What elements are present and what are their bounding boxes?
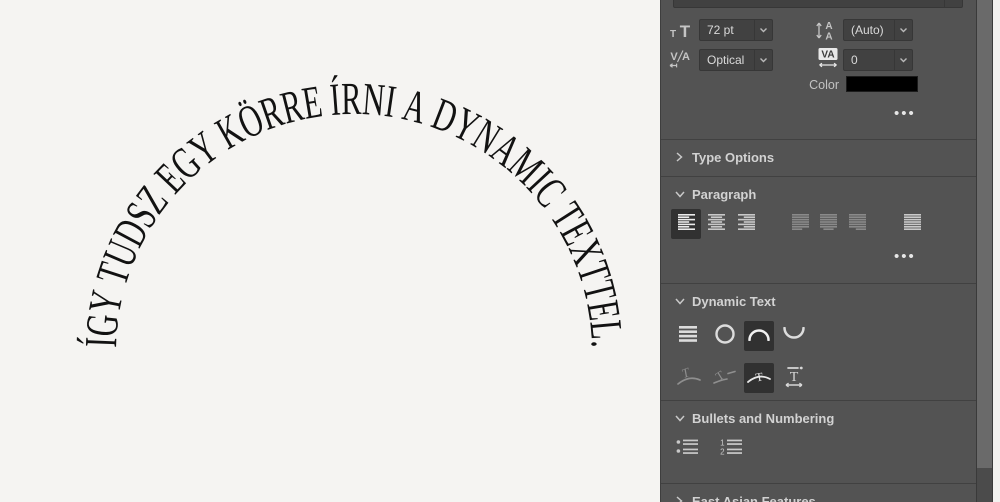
- chevron-down-icon: [674, 413, 686, 423]
- page-edge: [993, 0, 1000, 502]
- section-header-paragraph[interactable]: Paragraph: [661, 177, 977, 211]
- svg-text:A: A: [682, 51, 690, 63]
- section-title: Dynamic Text: [692, 294, 776, 309]
- font-size-field[interactable]: 72 pt: [699, 19, 773, 41]
- bulleted-list-button[interactable]: [672, 434, 702, 464]
- font-size-value: 72 pt: [700, 23, 754, 37]
- section-title: East Asian Features: [692, 494, 816, 502]
- tracking-icon: VA: [815, 46, 841, 70]
- chevron-down-icon: [674, 189, 686, 199]
- align-left-button[interactable]: [671, 209, 701, 239]
- chevron-down-icon: [674, 296, 686, 306]
- justify-last-center-button[interactable]: [813, 209, 843, 239]
- chevron-down-icon[interactable]: [754, 20, 772, 40]
- section-header-bullets[interactable]: Bullets and Numbering: [661, 401, 977, 435]
- text-shape-circle-button[interactable]: [710, 321, 740, 351]
- text-shape-arc-up-button[interactable]: [744, 321, 774, 351]
- font-style-select[interactable]: [673, 0, 963, 8]
- path-spacing-icon: T: [782, 364, 806, 393]
- color-label: Color: [779, 78, 839, 92]
- chevron-down-icon[interactable]: [894, 20, 912, 40]
- text-path-align-button[interactable]: T: [744, 363, 774, 393]
- text-shape-arc-down-button[interactable]: [779, 321, 809, 351]
- leading-value: (Auto): [844, 23, 894, 37]
- section-header-type-options[interactable]: Type Options: [661, 140, 977, 174]
- section-header-east-asian[interactable]: East Asian Features: [661, 484, 977, 502]
- text-straight-icon: [678, 326, 698, 347]
- svg-text:A: A: [825, 31, 832, 41]
- svg-text:T: T: [670, 29, 676, 40]
- kerning-field[interactable]: Optical: [699, 49, 773, 71]
- align-right-button[interactable]: [731, 209, 761, 239]
- text-path-skew-button[interactable]: T: [709, 363, 739, 393]
- svg-text:T: T: [713, 367, 727, 383]
- chevron-right-icon: [674, 151, 686, 163]
- leading-icon: A A: [813, 19, 839, 41]
- tracking-value: 0: [844, 53, 894, 67]
- text-shape-straight-button[interactable]: [673, 321, 703, 351]
- text-path-spacing-button[interactable]: T: [779, 363, 809, 393]
- svg-text:L: L: [580, 318, 632, 341]
- properties-panel: T T 72 pt A A (Auto): [660, 0, 976, 502]
- chevron-right-icon: [674, 495, 686, 502]
- leading-field[interactable]: (Auto): [843, 19, 913, 41]
- kerning-icon: V A: [665, 48, 695, 70]
- section-title: Bullets and Numbering: [692, 411, 834, 426]
- kerning-value: Optical: [700, 53, 754, 67]
- font-size-icon: T T: [667, 19, 695, 41]
- paragraph-more-button[interactable]: •••: [894, 248, 916, 265]
- svg-text:A: A: [398, 79, 432, 134]
- justify-last-left-button[interactable]: [785, 209, 815, 239]
- align-center-button[interactable]: [701, 209, 731, 239]
- numbered-list-icon: 1 2: [720, 439, 743, 460]
- svg-text:1: 1: [720, 439, 725, 447]
- svg-text:.: .: [581, 339, 632, 348]
- numbered-list-button[interactable]: 1 2: [716, 434, 746, 464]
- section-header-dynamic-text[interactable]: Dynamic Text: [661, 284, 977, 318]
- svg-text:Í: Í: [328, 74, 342, 125]
- document-canvas[interactable]: ÍGY TUDSZ EGY KÖRRE ÍRNI A DYNAMIC TEXTT…: [0, 0, 660, 502]
- chevron-down-icon: [944, 0, 962, 7]
- color-swatch[interactable]: [846, 76, 918, 92]
- skew-on-path-icon: T: [711, 364, 737, 393]
- text-circle-icon: [714, 323, 736, 350]
- svg-text:A: A: [825, 21, 832, 32]
- align-on-path-icon: T: [746, 365, 772, 392]
- svg-text:T: T: [790, 370, 799, 385]
- chevron-down-icon[interactable]: [894, 50, 912, 70]
- text-arc-down-icon: [782, 327, 806, 346]
- scrollbar-thumb[interactable]: [977, 0, 992, 468]
- section-title: Paragraph: [692, 187, 756, 202]
- justify-last-right-button[interactable]: [842, 209, 872, 239]
- svg-text:2: 2: [720, 447, 725, 455]
- application-window: ÍGY TUDSZ EGY KÖRRE ÍRNI A DYNAMIC TEXTT…: [0, 0, 1000, 502]
- tracking-field[interactable]: 0: [843, 49, 913, 71]
- svg-text:T: T: [680, 22, 691, 40]
- svg-text:VA: VA: [821, 50, 834, 61]
- text-arc-up-icon: [747, 327, 771, 346]
- bulleted-list-icon: [676, 439, 699, 460]
- chevron-down-icon[interactable]: [754, 50, 772, 70]
- svg-text:R: R: [341, 74, 362, 125]
- text-path-rotate-button[interactable]: T: [674, 363, 704, 393]
- arc-text-layer[interactable]: ÍGY TUDSZ EGY KÖRRE ÍRNI A DYNAMIC TEXTT…: [0, 0, 660, 502]
- svg-text:T: T: [679, 364, 692, 381]
- panel-scrollbar[interactable]: [976, 0, 993, 502]
- section-title: Type Options: [692, 150, 774, 165]
- character-more-button[interactable]: •••: [894, 105, 916, 122]
- rotate-on-path-icon: T: [676, 364, 702, 393]
- svg-text:V: V: [670, 51, 678, 63]
- justify-all-button[interactable]: [897, 209, 927, 239]
